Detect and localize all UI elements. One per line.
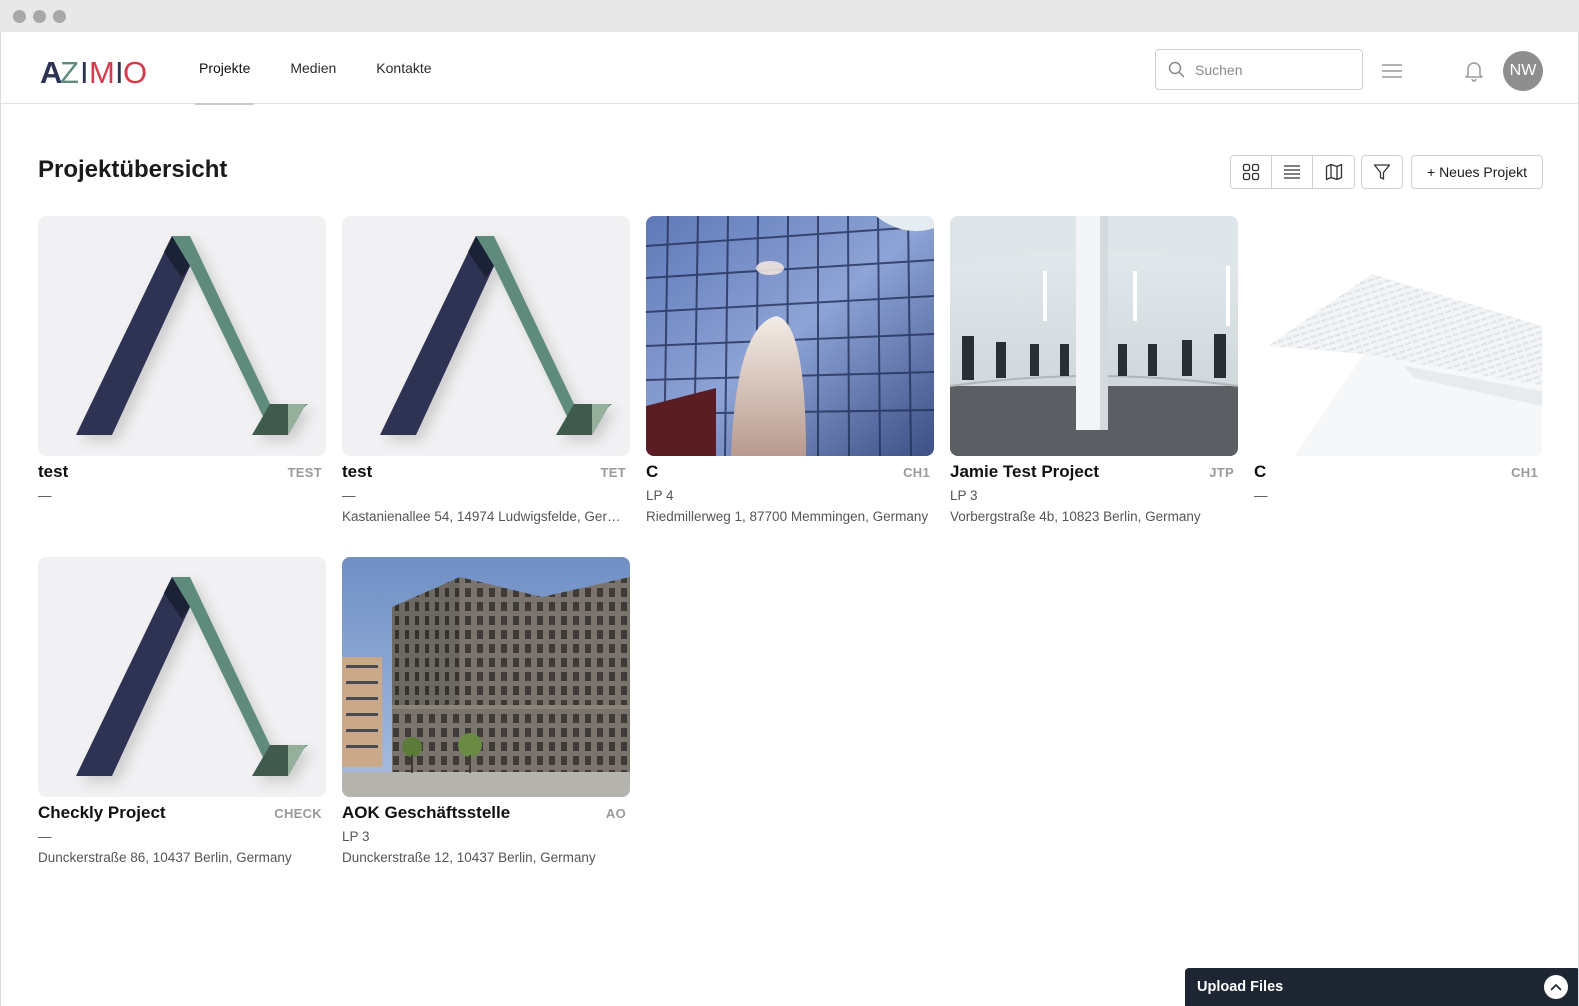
project-phase: — xyxy=(1254,488,1268,503)
project-card[interactable]: C CH1 LP 4 Riedmillerweg 1, 87700 Memmin… xyxy=(646,216,934,526)
hamburger-icon[interactable] xyxy=(1382,63,1402,79)
brick-office-building-photo xyxy=(342,557,630,797)
project-phase: LP 4 xyxy=(646,488,674,503)
window-titlebar xyxy=(0,0,1579,32)
upload-files-panel[interactable]: Upload Files xyxy=(1185,968,1578,1006)
project-code: TEST xyxy=(287,465,322,480)
round-hall-interior-photo xyxy=(950,216,1238,456)
project-card[interactable]: Checkly Project CHECK — Dunckerstraße 86… xyxy=(38,557,326,867)
project-phase: LP 3 xyxy=(950,488,978,503)
list-view-button[interactable] xyxy=(1272,156,1313,188)
project-phase: — xyxy=(342,488,356,503)
nav-tab-medien[interactable]: Medien xyxy=(290,32,336,104)
project-name: Jamie Test Project xyxy=(950,462,1099,481)
placeholder-logo-image xyxy=(342,216,630,456)
project-card[interactable]: test TEST — xyxy=(38,216,326,526)
white-building-photo xyxy=(1254,216,1542,456)
svg-text:I: I xyxy=(80,55,89,88)
project-code: JTP xyxy=(1209,465,1234,480)
project-card[interactable]: Jamie Test Project JTP LP 3 Vorbergstraß… xyxy=(950,216,1238,526)
search-icon xyxy=(1168,61,1185,78)
view-mode-toggle xyxy=(1230,155,1355,189)
project-code: TET xyxy=(600,465,626,480)
project-name: C xyxy=(1254,462,1267,481)
map-view-button[interactable] xyxy=(1313,156,1354,188)
project-code: CH1 xyxy=(903,465,930,480)
project-card[interactable]: AOK Geschäftsstelle AO LP 3 Dunckerstraß… xyxy=(342,557,630,867)
search-box[interactable] xyxy=(1155,49,1363,90)
upload-files-label: Upload Files xyxy=(1197,979,1284,995)
project-phase: — xyxy=(38,829,52,844)
filter-button[interactable] xyxy=(1361,155,1403,189)
placeholder-logo-image xyxy=(38,557,326,797)
grid-view-button[interactable] xyxy=(1231,156,1272,188)
page-title: Projektübersicht xyxy=(38,156,228,183)
window-minimize-button[interactable] xyxy=(33,10,46,23)
svg-text:Z: Z xyxy=(60,55,78,88)
map-view-icon xyxy=(1325,163,1342,181)
project-name: test xyxy=(38,462,69,481)
project-address: Dunckerstraße 86, 10437 Berlin, Germany xyxy=(38,850,292,865)
project-address: Kastanienallee 54, 14974 Ludwigsfelde, G… xyxy=(342,509,630,524)
new-project-button[interactable]: + Neues Projekt xyxy=(1411,155,1543,189)
project-code: AO xyxy=(605,806,626,821)
top-navigation-bar: A Z I M I O Projekte Medien Kontakte Suc… xyxy=(1,32,1578,105)
project-address xyxy=(1254,509,1542,526)
project-name: AOK Geschäftsstelle xyxy=(342,803,511,822)
project-name: Checkly Project xyxy=(38,803,166,822)
project-card[interactable]: test TET — Kastanienallee 54, 14974 Ludw… xyxy=(342,216,630,526)
bell-icon[interactable] xyxy=(1464,60,1484,82)
project-name: test xyxy=(342,462,373,481)
azimio-logo[interactable]: A Z I M I O xyxy=(40,54,146,88)
user-avatar[interactable]: NW xyxy=(1503,51,1543,91)
project-code: CHECK xyxy=(274,806,322,821)
project-address: Vorbergstraße 4b, 10823 Berlin, Germany xyxy=(950,509,1201,524)
svg-text:A: A xyxy=(40,55,62,88)
app-window: A Z I M I O Projekte Medien Kontakte Suc… xyxy=(0,32,1579,1006)
project-address: Riedmillerweg 1, 87700 Memmingen, German… xyxy=(646,509,929,524)
project-phase: LP 3 xyxy=(342,829,370,844)
grid-view-icon xyxy=(1242,163,1260,181)
placeholder-logo-image xyxy=(38,216,326,456)
search-input[interactable] xyxy=(1195,61,1355,78)
project-code: CH1 xyxy=(1511,465,1538,480)
glass-facade-photo xyxy=(646,216,934,456)
window-maximize-button[interactable] xyxy=(53,10,66,23)
project-phase: — xyxy=(38,488,52,503)
project-card[interactable]: C CH1 — xyxy=(1254,216,1542,526)
main-nav: Projekte Medien Kontakte xyxy=(194,32,472,105)
nav-tab-projekte[interactable]: Projekte xyxy=(194,32,255,105)
svg-text:O: O xyxy=(123,55,146,88)
list-view-icon xyxy=(1284,165,1300,179)
nav-tab-kontakte[interactable]: Kontakte xyxy=(376,32,431,104)
project-address: Dunckerstraße 12, 10437 Berlin, Germany xyxy=(342,850,596,865)
window-close-button[interactable] xyxy=(13,10,26,23)
svg-text:M: M xyxy=(89,55,115,88)
project-name: C xyxy=(646,462,659,481)
chevron-up-icon xyxy=(1550,984,1562,991)
upload-panel-toggle[interactable] xyxy=(1544,975,1568,999)
filter-icon xyxy=(1373,164,1391,180)
project-address xyxy=(38,509,326,526)
